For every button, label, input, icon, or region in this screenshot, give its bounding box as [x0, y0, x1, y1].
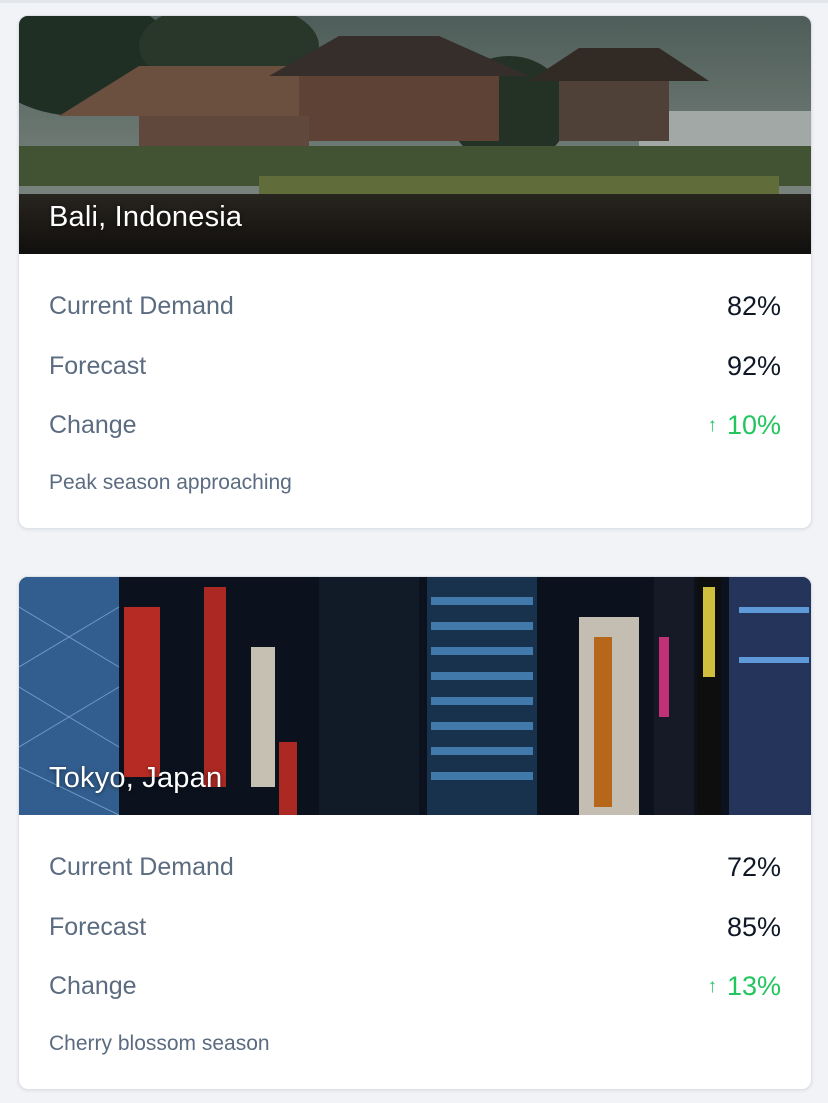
metric-value: 92%: [726, 350, 781, 381]
arrow-up-icon: ↑: [707, 415, 717, 437]
arrow-up-icon: ↑: [707, 976, 717, 998]
metrics-panel: Current Demand 82% Forecast 92% Change ↑…: [19, 277, 811, 495]
metric-value: 72%: [726, 852, 781, 883]
destination-image: Bali, Indonesia: [19, 16, 811, 254]
metric-row-current-demand: Current Demand 72%: [49, 838, 781, 898]
destination-card-tokyo[interactable]: Tokyo, Japan Current Demand 72% Forecast…: [18, 576, 812, 1090]
metric-row-current-demand: Current Demand 82%: [49, 277, 781, 337]
metric-label: Change: [49, 972, 137, 1001]
metric-label: Forecast: [49, 912, 147, 941]
metric-row-forecast: Forecast 85%: [49, 898, 781, 958]
metric-row-change: Change ↑ 13%: [49, 957, 781, 1017]
season-note: Peak season approaching: [49, 470, 292, 494]
metric-label: Current Demand: [49, 292, 234, 321]
metric-value: 85%: [726, 911, 781, 942]
season-note: Cherry blossom season: [49, 1031, 270, 1055]
change-percent: 13%: [726, 971, 781, 1002]
change-value: ↑ 13%: [707, 971, 781, 1002]
metrics-panel: Current Demand 72% Forecast 85% Change ↑…: [19, 838, 811, 1056]
metric-value: 82%: [726, 291, 781, 322]
change-percent: 10%: [726, 410, 781, 441]
metric-row-forecast: Forecast 92%: [49, 337, 781, 397]
change-value: ↑ 10%: [707, 410, 781, 441]
destination-image: Tokyo, Japan: [19, 577, 811, 815]
destination-title: Tokyo, Japan: [49, 762, 223, 794]
top-divider: [0, 0, 828, 3]
metric-row-change: Change ↑ 10%: [49, 396, 781, 456]
metric-label: Current Demand: [49, 853, 234, 882]
destination-card-bali[interactable]: Bali, Indonesia Current Demand 82% Forec…: [18, 15, 812, 529]
metric-label: Forecast: [49, 351, 147, 380]
metric-label: Change: [49, 411, 137, 440]
destination-title: Bali, Indonesia: [49, 201, 243, 233]
